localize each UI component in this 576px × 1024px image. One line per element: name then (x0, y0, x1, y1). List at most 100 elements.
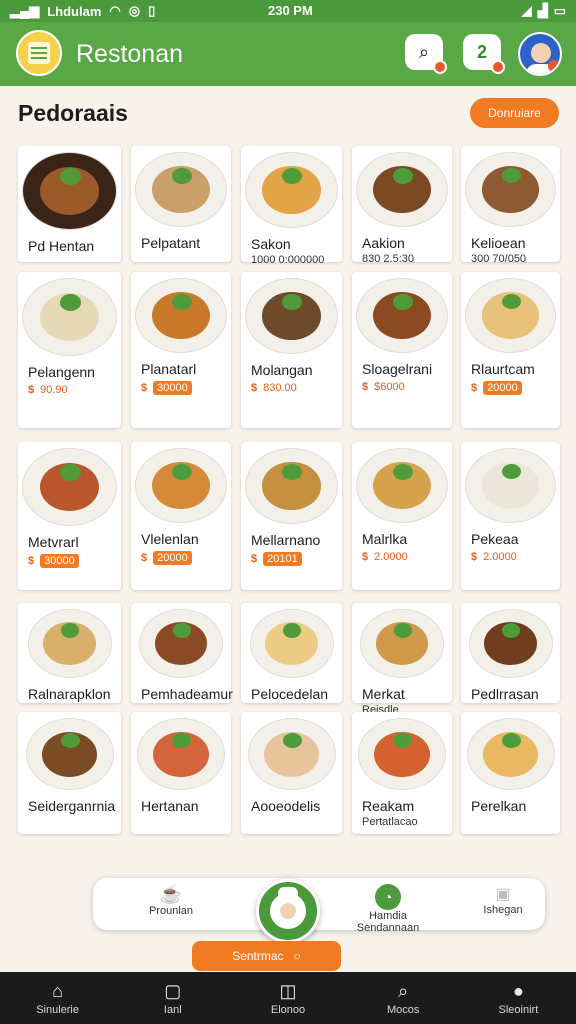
price-value: 20000 (483, 380, 522, 395)
price-value: $6000 (374, 381, 405, 394)
dish-image (249, 609, 334, 678)
float-item-place[interactable]: ☕ Prounlan (141, 884, 201, 917)
menu-card[interactable]: Pelangenn $90.90 (18, 272, 121, 428)
dish-name: Pedlrrasan (471, 685, 539, 702)
chef-fab-button[interactable] (256, 879, 320, 943)
dish-price: $20101 (251, 552, 302, 567)
dish-name: Rlaurtcam (471, 360, 535, 377)
float-item-ishegan[interactable]: ▣ Ishegan (473, 884, 533, 916)
dish-name: Pelocedelan (251, 685, 329, 702)
menu-card[interactable]: Pemhadeamur (131, 603, 233, 703)
nav-item-card[interactable]: ◫ Elonoo (230, 972, 345, 1024)
cta-button[interactable]: Sentrmac ○ (192, 941, 341, 971)
dish-price: $20000 (471, 380, 522, 395)
search-button[interactable]: ⌕ (405, 34, 447, 74)
menu-card[interactable]: Hertanan (131, 712, 231, 834)
avatar[interactable] (518, 32, 562, 76)
menu-card[interactable]: Pelpatant (131, 146, 231, 262)
menu-card[interactable]: Sakon 1000 0:000000 (241, 146, 342, 266)
section-action-button[interactable]: Donruiare (470, 98, 559, 128)
dish-garnish (393, 463, 413, 480)
menu-card[interactable]: Pd Hentan (18, 146, 121, 262)
menu-card[interactable]: Kelioean 300 70/050 (461, 146, 560, 265)
menu-card[interactable]: Pelocedelan (241, 603, 342, 703)
dish-image (358, 718, 446, 791)
menu-card[interactable]: Merkat Reisdle (352, 603, 452, 716)
dish-image (22, 152, 117, 230)
cup-icon: ☕ (159, 884, 183, 904)
dish-garnish (60, 294, 81, 311)
menu-card[interactable]: Pedlrrasan (461, 603, 560, 703)
dish-price: $30000 (28, 553, 79, 568)
dish-garnish (172, 293, 192, 310)
price-value: 20000 (153, 551, 192, 566)
dish-name: Metvrarl (28, 533, 79, 550)
search-icon: ⌕ (398, 980, 409, 1001)
menu-card[interactable]: Reakam Pertatlacao (352, 712, 452, 834)
dish-name: Kelioean (471, 234, 526, 251)
menu-card[interactable]: Perelkan (461, 712, 560, 834)
menu-card[interactable]: Sloagelrani $ $6000 (352, 272, 452, 428)
currency-symbol: $ (362, 381, 369, 394)
menu-card[interactable]: Malrlka $2.0000 (352, 442, 452, 590)
currency-symbol: $ (362, 551, 369, 564)
dish-image (22, 448, 117, 526)
nav-item-menu[interactable]: ▢ Ianl (115, 972, 230, 1024)
dish-price: $2.0000 (471, 551, 517, 563)
menu-card[interactable]: Ralnarapklon (18, 603, 121, 703)
battery-small-icon: ▯ (148, 3, 156, 18)
dish-image (245, 448, 338, 525)
menu-card[interactable]: Planatarl $30000 (131, 272, 231, 428)
float-item-sub: Sendannaan (356, 922, 420, 934)
menu-card[interactable]: Vlelenlan $20000 (131, 442, 231, 590)
cell-icon: ▟ (537, 3, 548, 18)
menu-card[interactable]: Aooeodelis (241, 712, 342, 834)
chef-icon (270, 887, 306, 929)
dish-garnish (393, 167, 413, 184)
dish-name: Perelkan (471, 798, 527, 815)
nav-item-profile[interactable]: ● Sleoinirt (461, 972, 576, 1024)
dish-price: $90.90 (28, 384, 68, 396)
menu-card[interactable]: Rlaurtcam $20000 (461, 272, 560, 428)
dish-garnish (393, 293, 413, 310)
dish-name: Molangan (251, 362, 313, 379)
wifi-icon: ◠ (109, 3, 121, 18)
app-bar: Restonan ⌕ 2 (0, 22, 576, 86)
dish-image (22, 278, 117, 356)
float-item-hamdia[interactable]: ◔ Hamdia Sendannaan (343, 884, 433, 934)
dish-image (465, 152, 556, 227)
dish-name: Reakam (362, 798, 415, 815)
menu-card[interactable]: Pekeaa $2.0000 (461, 442, 560, 590)
menu-card[interactable]: Mellarnano $20101 (241, 442, 342, 590)
circle-icon: ○ (293, 949, 301, 963)
bell-icon: 2 (476, 41, 487, 62)
currency-symbol: $ (141, 382, 148, 395)
price-value: 2.0000 (374, 551, 408, 564)
menu-card[interactable]: Metvrarl $30000 (18, 442, 121, 590)
dish-sub: 300 70/050 (471, 252, 527, 265)
dish-price: $2.0000 (362, 551, 408, 563)
menu-card[interactable]: Aakion 830 2.5:30 (352, 146, 452, 265)
nav-item-search[interactable]: ⌕ Mocos (346, 972, 461, 1024)
image-icon: ▣ (495, 886, 511, 903)
dish-image (360, 609, 444, 678)
dish-image (356, 448, 448, 524)
dish-image (139, 609, 223, 678)
notifications-button[interactable]: 2 (463, 34, 505, 74)
dish-image (245, 152, 338, 229)
nav-label: Elonoo (270, 1003, 306, 1016)
app-logo[interactable] (16, 30, 62, 76)
nav-item-home[interactable]: ⌂ Sinulerie (0, 972, 115, 1024)
dish-garnish (60, 168, 81, 185)
dish-sub: Pertatlacao (362, 816, 418, 829)
clock: 230 PM (268, 3, 313, 18)
dish-name: Pemhadeamur (141, 685, 233, 702)
menu-card[interactable]: Seiderganrnia (18, 712, 121, 834)
dish-image (465, 448, 556, 523)
menu-card[interactable]: Molangan $830.00 (241, 272, 342, 428)
currency-symbol: $ (251, 553, 258, 566)
chat-icon: ◔ (375, 884, 401, 910)
dish-image (25, 718, 114, 791)
price-value: 830.00 (263, 382, 297, 395)
currency-symbol: $ (28, 554, 35, 567)
